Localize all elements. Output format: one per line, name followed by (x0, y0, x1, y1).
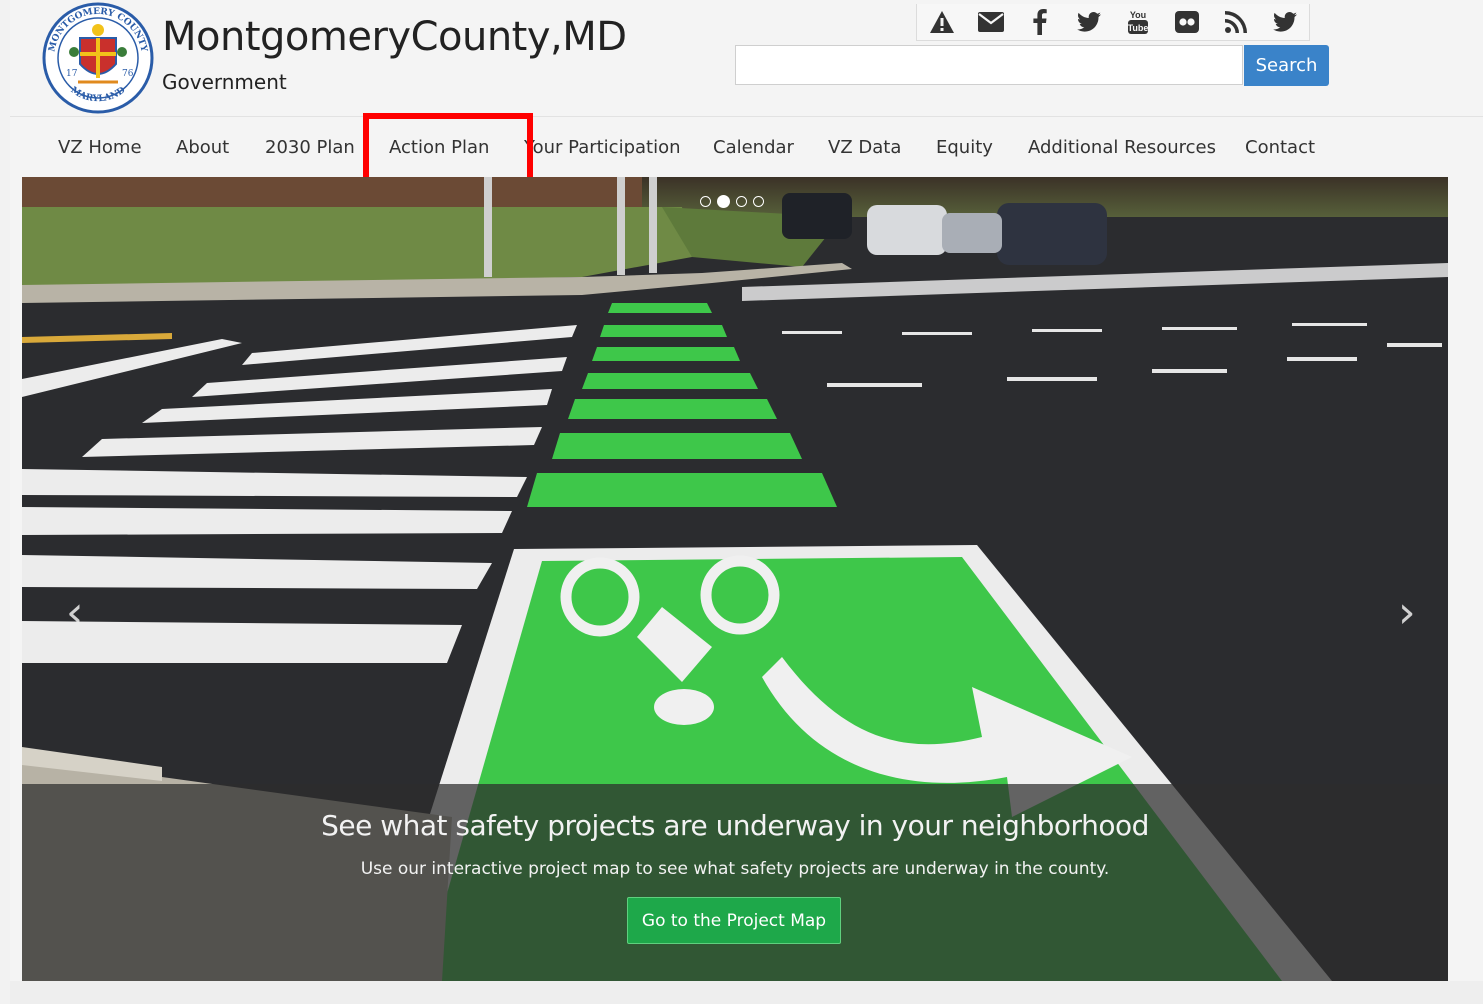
flickr-icon[interactable] (1173, 8, 1201, 36)
carousel-dot-4[interactable] (753, 196, 764, 207)
nav-item-about[interactable]: About (176, 117, 229, 178)
main-nav: VZ Home About 2030 Plan Action Plan Your… (10, 116, 1483, 178)
nav-item-vz-home[interactable]: VZ Home (58, 117, 142, 178)
email-icon[interactable] (977, 8, 1005, 36)
nav-item-calendar[interactable]: Calendar (713, 117, 794, 178)
twitter-icon[interactable] (1075, 8, 1103, 36)
nav-item-action-plan[interactable]: Action Plan (389, 117, 489, 178)
seal-year-right: 76 (122, 69, 134, 79)
hero-carousel: ‹ › See what safety projects are underwa… (22, 177, 1448, 981)
nav-item-contact[interactable]: Contact (1245, 117, 1315, 178)
project-map-button[interactable]: Go to the Project Map (627, 897, 841, 944)
carousel-caption-text: Use our interactive project map to see w… (360, 859, 1110, 879)
carousel-indicators (700, 195, 764, 208)
rss-icon[interactable] (1222, 8, 1250, 36)
carousel-dot-1[interactable] (700, 196, 711, 207)
svg-text:Tube: Tube (1127, 23, 1148, 33)
site-title[interactable]: MontgomeryCounty,MD (162, 14, 627, 60)
facebook-icon[interactable] (1026, 8, 1054, 36)
page: MONTGOMERY COUNTY MARYLAND 17 76 Montgom… (10, 0, 1483, 1004)
site-subtitle: Government (162, 70, 287, 94)
county-seal-logo[interactable]: MONTGOMERY COUNTY MARYLAND 17 76 (40, 2, 156, 114)
twitter-icon[interactable] (1271, 8, 1299, 36)
seal-year-left: 17 (66, 69, 78, 79)
nav-item-your-participation[interactable]: Your Participation (524, 117, 681, 178)
carousel-prev-arrow-icon[interactable]: ‹ (66, 587, 84, 638)
youtube-icon[interactable]: You Tube (1124, 8, 1152, 36)
nav-item-2030-plan[interactable]: 2030 Plan (265, 117, 355, 178)
site-header: MONTGOMERY COUNTY MARYLAND 17 76 Montgom… (10, 0, 1483, 116)
carousel-caption-title: See what safety projects are underway in… (321, 809, 1149, 842)
search-button[interactable]: Search (1244, 45, 1329, 86)
social-bar: You Tube (916, 4, 1310, 41)
page-bottom-strip (10, 981, 1483, 1004)
search-input[interactable] (735, 45, 1243, 85)
alert-icon[interactable] (928, 8, 956, 36)
svg-text:You: You (1129, 10, 1145, 20)
nav-item-additional-resources[interactable]: Additional Resources (1028, 117, 1216, 178)
carousel-dot-2[interactable] (717, 195, 730, 208)
carousel-dot-3[interactable] (736, 196, 747, 207)
nav-item-equity[interactable]: Equity (936, 117, 993, 178)
carousel-next-arrow-icon[interactable]: › (1398, 587, 1416, 638)
nav-item-vz-data[interactable]: VZ Data (828, 117, 901, 178)
